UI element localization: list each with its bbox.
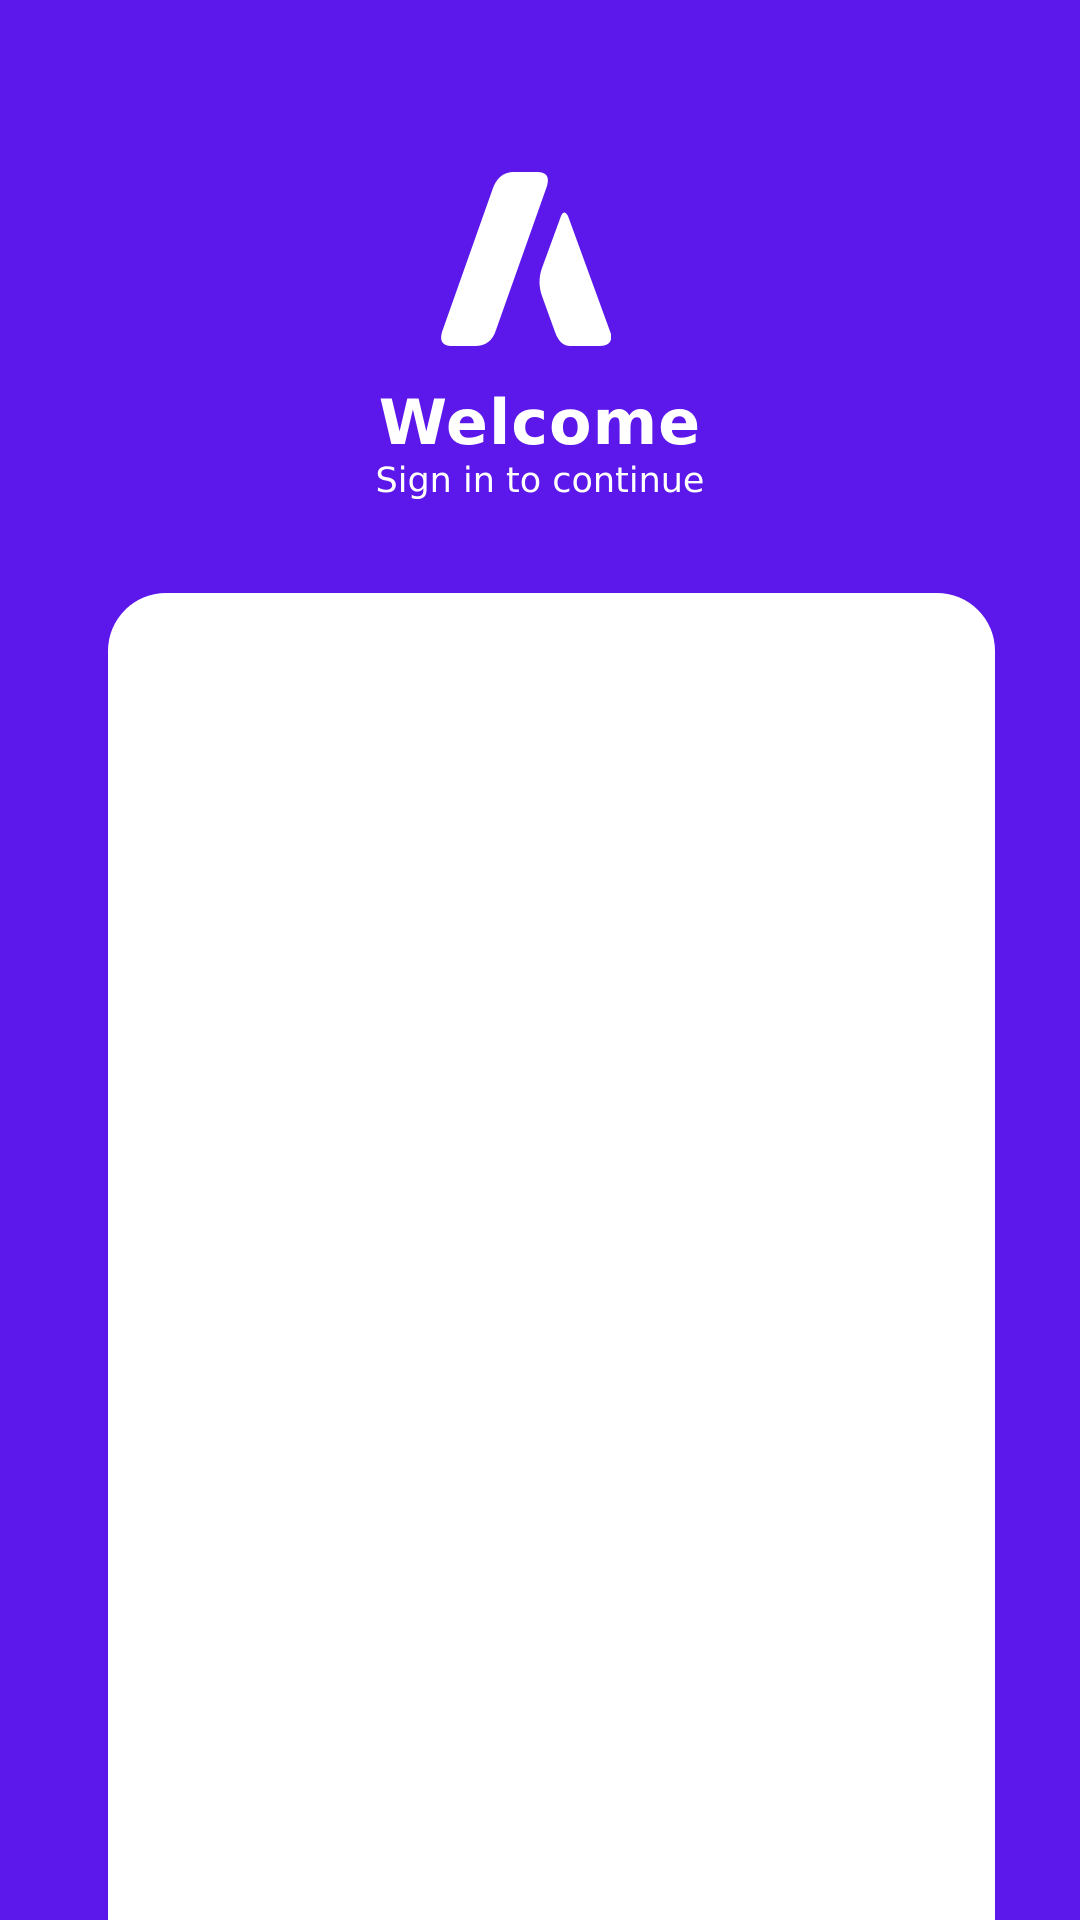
login-screen: Welcome Sign in to continue <box>0 0 1080 1920</box>
app-logo-icon <box>439 172 611 348</box>
sign-in-subtitle: Sign in to continue <box>375 461 705 501</box>
welcome-title: Welcome <box>378 386 702 459</box>
login-card <box>108 593 995 1920</box>
